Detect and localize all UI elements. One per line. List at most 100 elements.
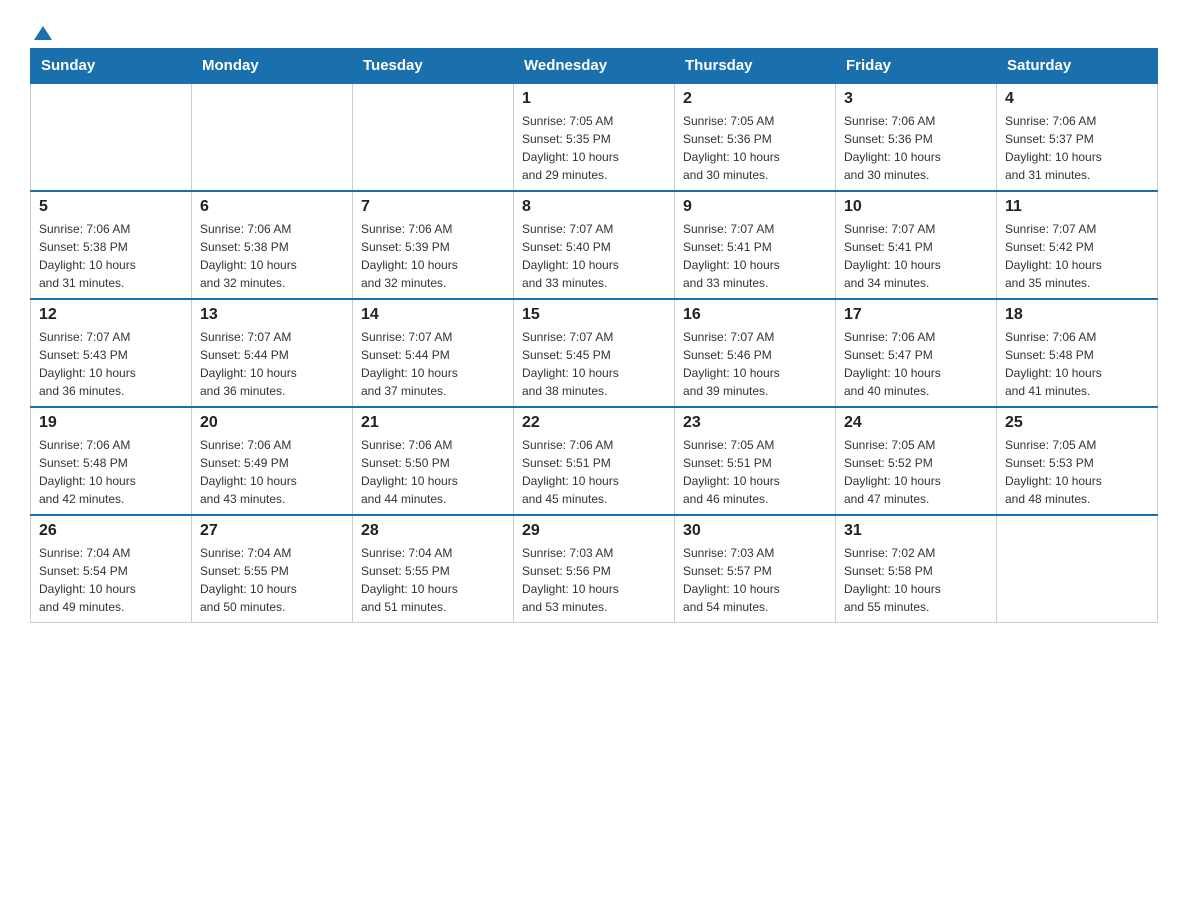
calendar-cell: 16 Sunrise: 7:07 AMSunset: 5:46 PMDayligh… <box>675 299 836 407</box>
day-info: Sunrise: 7:07 AMSunset: 5:41 PMDaylight:… <box>683 220 827 292</box>
day-number: 13 <box>200 306 344 324</box>
calendar-cell: 21Sunrise: 7:06 AMSunset: 5:50 PMDayligh… <box>353 407 514 515</box>
calendar-cell: 2 Sunrise: 7:05 AMSunset: 5:36 PMDaylight… <box>675 83 836 191</box>
day-number: 20 <box>200 414 344 432</box>
calendar-table: SundayMondayTuesdayWednesdayThursdayFrid… <box>30 48 1158 623</box>
day-number: 12 <box>39 306 183 324</box>
day-info: Sunrise: 7:07 AMSunset: 5:44 PMDaylight:… <box>361 328 505 400</box>
day-info: Sunrise: 7:02 AMSunset: 5:58 PMDaylight:… <box>844 544 988 616</box>
calendar-cell: 25Sunrise: 7:05 AMSunset: 5:53 PMDayligh… <box>997 407 1158 515</box>
day-info: Sunrise: 7:06 AMSunset: 5:51 PMDaylight:… <box>522 436 666 508</box>
calendar-cell <box>192 83 353 191</box>
day-number: 11 <box>1005 198 1149 216</box>
day-info: Sunrise: 7:06 AMSunset: 5:48 PMDaylight:… <box>39 436 183 508</box>
day-number: 31 <box>844 522 988 540</box>
day-info: Sunrise: 7:06 AMSunset: 5:47 PMDaylight:… <box>844 328 988 400</box>
day-info: Sunrise: 7:07 AMSunset: 5:46 PMDaylight:… <box>683 328 827 400</box>
day-info: Sunrise: 7:05 AMSunset: 5:35 PMDaylight:… <box>522 112 666 184</box>
calendar-cell: 27 Sunrise: 7:04 AMSunset: 5:55 PMDayligh… <box>192 515 353 623</box>
day-info: Sunrise: 7:07 AMSunset: 5:41 PMDaylight:… <box>844 220 988 292</box>
day-info: Sunrise: 7:03 AMSunset: 5:56 PMDaylight:… <box>522 544 666 616</box>
calendar-cell: 4Sunrise: 7:06 AMSunset: 5:37 PMDaylight… <box>997 83 1158 191</box>
day-number: 16 <box>683 306 827 324</box>
day-number: 26 <box>39 522 183 540</box>
calendar-cell: 30Sunrise: 7:03 AMSunset: 5:57 PMDayligh… <box>675 515 836 623</box>
calendar-header-friday: Friday <box>836 49 997 84</box>
day-number: 14 <box>361 306 505 324</box>
day-number: 1 <box>522 90 666 108</box>
calendar-cell: 31 Sunrise: 7:02 AMSunset: 5:58 PMDayligh… <box>836 515 997 623</box>
calendar-header-thursday: Thursday <box>675 49 836 84</box>
day-info: Sunrise: 7:05 AMSunset: 5:36 PMDaylight:… <box>683 112 827 184</box>
calendar-cell: 28 Sunrise: 7:04 AMSunset: 5:55 PMDayligh… <box>353 515 514 623</box>
calendar-cell <box>997 515 1158 623</box>
calendar-cell: 5 Sunrise: 7:06 AMSunset: 5:38 PMDaylight… <box>31 191 192 299</box>
day-info: Sunrise: 7:06 AMSunset: 5:37 PMDaylight:… <box>1005 112 1149 184</box>
day-info: Sunrise: 7:07 AMSunset: 5:44 PMDaylight:… <box>200 328 344 400</box>
day-number: 29 <box>522 522 666 540</box>
calendar-cell: 20 Sunrise: 7:06 AMSunset: 5:49 PMDayligh… <box>192 407 353 515</box>
day-info: Sunrise: 7:06 AMSunset: 5:38 PMDaylight:… <box>200 220 344 292</box>
calendar-cell: 18 Sunrise: 7:06 AMSunset: 5:48 PMDayligh… <box>997 299 1158 407</box>
calendar-header-tuesday: Tuesday <box>353 49 514 84</box>
day-number: 23 <box>683 414 827 432</box>
calendar-cell: 7Sunrise: 7:06 AMSunset: 5:39 PMDaylight… <box>353 191 514 299</box>
week-row-2: 5 Sunrise: 7:06 AMSunset: 5:38 PMDaylight… <box>31 191 1158 299</box>
calendar-cell: 1 Sunrise: 7:05 AMSunset: 5:35 PMDaylight… <box>514 83 675 191</box>
calendar-cell: 13 Sunrise: 7:07 AMSunset: 5:44 PMDayligh… <box>192 299 353 407</box>
day-info: Sunrise: 7:06 AMSunset: 5:36 PMDaylight:… <box>844 112 988 184</box>
calendar-cell: 23 Sunrise: 7:05 AMSunset: 5:51 PMDayligh… <box>675 407 836 515</box>
day-info: Sunrise: 7:07 AMSunset: 5:42 PMDaylight:… <box>1005 220 1149 292</box>
calendar-cell: 8Sunrise: 7:07 AMSunset: 5:40 PMDaylight… <box>514 191 675 299</box>
calendar-header-sunday: Sunday <box>31 49 192 84</box>
week-row-5: 26 Sunrise: 7:04 AMSunset: 5:54 PMDayligh… <box>31 515 1158 623</box>
calendar-cell: 9 Sunrise: 7:07 AMSunset: 5:41 PMDaylight… <box>675 191 836 299</box>
day-number: 22 <box>522 414 666 432</box>
logo-triangle-icon <box>32 22 54 44</box>
week-row-1: 1 Sunrise: 7:05 AMSunset: 5:35 PMDaylight… <box>31 83 1158 191</box>
day-info: Sunrise: 7:05 AMSunset: 5:51 PMDaylight:… <box>683 436 827 508</box>
day-number: 25 <box>1005 414 1149 432</box>
day-info: Sunrise: 7:07 AMSunset: 5:43 PMDaylight:… <box>39 328 183 400</box>
day-number: 9 <box>683 198 827 216</box>
calendar-cell: 12 Sunrise: 7:07 AMSunset: 5:43 PMDayligh… <box>31 299 192 407</box>
calendar-header-saturday: Saturday <box>997 49 1158 84</box>
calendar-header-monday: Monday <box>192 49 353 84</box>
day-info: Sunrise: 7:06 AMSunset: 5:48 PMDaylight:… <box>1005 328 1149 400</box>
day-number: 6 <box>200 198 344 216</box>
day-info: Sunrise: 7:06 AMSunset: 5:39 PMDaylight:… <box>361 220 505 292</box>
calendar-cell: 15Sunrise: 7:07 AMSunset: 5:45 PMDayligh… <box>514 299 675 407</box>
calendar-cell: 17 Sunrise: 7:06 AMSunset: 5:47 PMDayligh… <box>836 299 997 407</box>
day-number: 15 <box>522 306 666 324</box>
day-number: 10 <box>844 198 988 216</box>
calendar-cell: 24 Sunrise: 7:05 AMSunset: 5:52 PMDayligh… <box>836 407 997 515</box>
day-info: Sunrise: 7:05 AMSunset: 5:52 PMDaylight:… <box>844 436 988 508</box>
page-header <box>30 20 1158 38</box>
calendar-cell: 3 Sunrise: 7:06 AMSunset: 5:36 PMDaylight… <box>836 83 997 191</box>
day-number: 17 <box>844 306 988 324</box>
calendar-cell <box>353 83 514 191</box>
day-number: 28 <box>361 522 505 540</box>
day-number: 2 <box>683 90 827 108</box>
day-number: 8 <box>522 198 666 216</box>
day-info: Sunrise: 7:03 AMSunset: 5:57 PMDaylight:… <box>683 544 827 616</box>
calendar-cell: 14 Sunrise: 7:07 AMSunset: 5:44 PMDayligh… <box>353 299 514 407</box>
day-info: Sunrise: 7:04 AMSunset: 5:55 PMDaylight:… <box>361 544 505 616</box>
calendar-cell: 22 Sunrise: 7:06 AMSunset: 5:51 PMDayligh… <box>514 407 675 515</box>
day-info: Sunrise: 7:04 AMSunset: 5:54 PMDaylight:… <box>39 544 183 616</box>
day-info: Sunrise: 7:04 AMSunset: 5:55 PMDaylight:… <box>200 544 344 616</box>
day-number: 19 <box>39 414 183 432</box>
calendar-header-row: SundayMondayTuesdayWednesdayThursdayFrid… <box>31 49 1158 84</box>
day-info: Sunrise: 7:06 AMSunset: 5:38 PMDaylight:… <box>39 220 183 292</box>
calendar-cell: 11 Sunrise: 7:07 AMSunset: 5:42 PMDayligh… <box>997 191 1158 299</box>
day-number: 5 <box>39 198 183 216</box>
day-number: 24 <box>844 414 988 432</box>
calendar-header-wednesday: Wednesday <box>514 49 675 84</box>
calendar-cell: 10 Sunrise: 7:07 AMSunset: 5:41 PMDayligh… <box>836 191 997 299</box>
day-number: 21 <box>361 414 505 432</box>
day-number: 3 <box>844 90 988 108</box>
day-number: 27 <box>200 522 344 540</box>
day-number: 18 <box>1005 306 1149 324</box>
day-info: Sunrise: 7:06 AMSunset: 5:49 PMDaylight:… <box>200 436 344 508</box>
calendar-cell: 29 Sunrise: 7:03 AMSunset: 5:56 PMDayligh… <box>514 515 675 623</box>
